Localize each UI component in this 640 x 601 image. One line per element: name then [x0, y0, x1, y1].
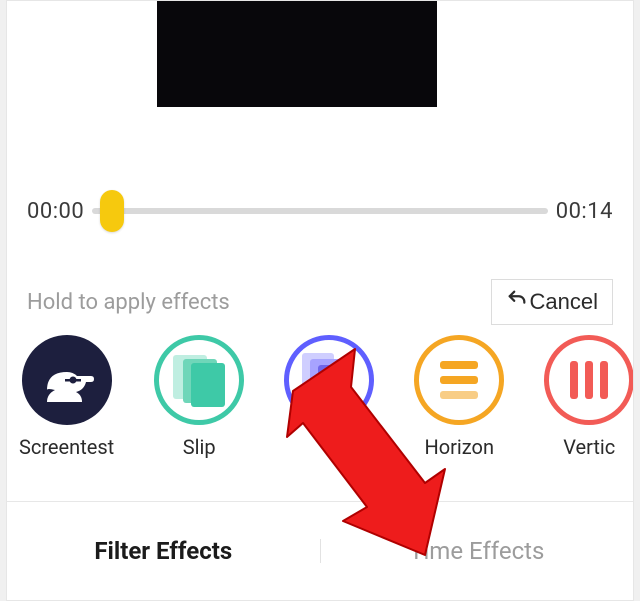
effect-label: Slip — [183, 435, 216, 459]
timeline-end-label: 00:14 — [556, 199, 613, 224]
timeline-track[interactable] — [92, 191, 547, 231]
unnamed-effect-icon — [284, 335, 374, 425]
effect-vertical[interactable]: Vertic — [544, 335, 633, 459]
effect-horizon[interactable]: Horizon — [414, 335, 504, 459]
cancel-button[interactable]: Cancel — [491, 279, 613, 325]
tab-row: Filter Effects Time Effects — [7, 531, 633, 571]
effects-strip[interactable]: Screentest Slip — [19, 335, 633, 459]
vertical-icon — [544, 335, 633, 425]
effect-unnamed[interactable] — [284, 335, 374, 459]
hold-hint-text: Hold to apply effects — [27, 290, 230, 315]
effect-slip[interactable]: Slip — [154, 335, 244, 459]
undo-icon — [506, 288, 528, 316]
effect-label: Screentest — [19, 435, 114, 459]
effect-label: Horizon — [424, 435, 494, 459]
horizon-icon — [414, 335, 504, 425]
timeline: 00:00 00:14 — [27, 191, 613, 231]
timeline-start-label: 00:00 — [27, 199, 84, 224]
video-preview[interactable] — [157, 1, 437, 107]
effect-label: Vertic — [563, 435, 615, 459]
timeline-playhead[interactable] — [100, 190, 124, 232]
screentest-icon — [22, 335, 112, 425]
divider — [7, 501, 633, 502]
effects-editor-panel: 00:00 00:14 Hold to apply effects Cancel — [6, 0, 634, 601]
hint-row: Hold to apply effects Cancel — [27, 279, 613, 325]
timeline-track-bar — [92, 208, 547, 214]
tab-time-effects[interactable]: Time Effects — [321, 531, 634, 571]
effect-screentest[interactable]: Screentest — [19, 335, 114, 459]
slip-icon — [154, 335, 244, 425]
tab-filter-effects[interactable]: Filter Effects — [7, 531, 320, 571]
cancel-button-label: Cancel — [530, 289, 598, 315]
